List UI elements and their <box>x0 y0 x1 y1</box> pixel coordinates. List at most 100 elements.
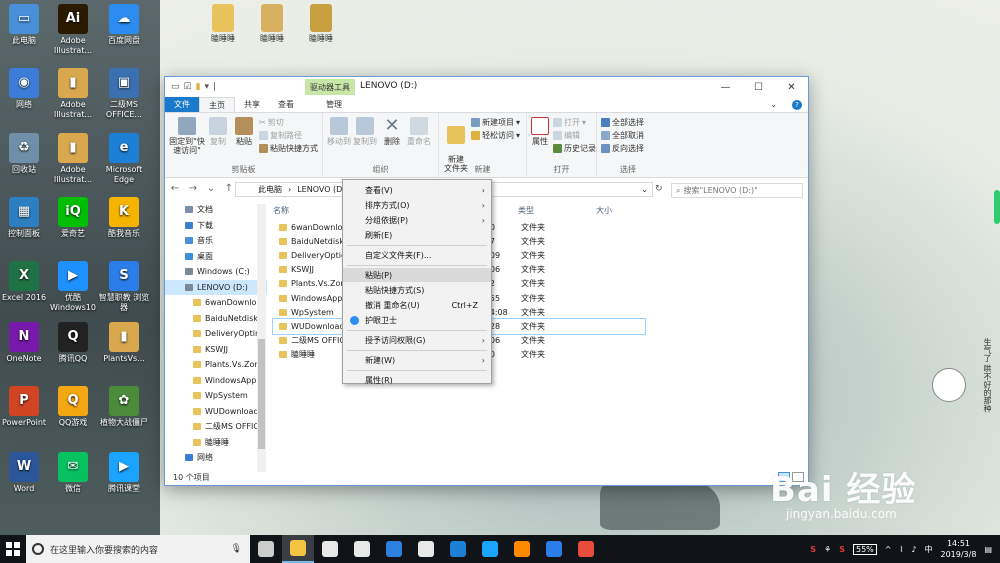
nav-item[interactable]: WpSystem <box>165 388 267 404</box>
desktop-icon[interactable]: ▮ PlantsVs... <box>96 322 152 364</box>
desktop-folder-2[interactable]: 瞌睡睡 <box>244 4 300 44</box>
taskbar-store-button[interactable] <box>314 535 346 563</box>
desktop-icon[interactable]: Q QQ游戏 <box>45 386 101 428</box>
microphone-icon[interactable]: 🎙 <box>231 544 242 554</box>
pin-quick-access-button[interactable]: 固定到"快速访问" <box>169 117 205 155</box>
nav-item[interactable]: Windows (C:) <box>165 264 267 280</box>
nav-item[interactable]: 网络 <box>165 450 267 466</box>
delete-button[interactable]: ✕ 删除 <box>381 117 403 147</box>
tray-app-icon[interactable]: ⚘ <box>824 545 831 554</box>
tab-manage[interactable]: 管理 <box>317 97 351 112</box>
desktop-icon[interactable]: K 酷我音乐 <box>96 197 152 239</box>
copy-to-button[interactable]: 复制到 <box>353 117 377 146</box>
desktop-icon[interactable]: Ai Adobe Illustrat... <box>45 4 101 56</box>
history-button[interactable]: 历史记录 <box>553 143 596 154</box>
taskbar-q-browser-button[interactable] <box>474 535 506 563</box>
menu-item[interactable]: 撤消 重命名(U) Ctrl+Z <box>343 298 491 312</box>
menu-item[interactable]: 查看(V) › <box>343 183 491 197</box>
notifications-icon[interactable]: ▤ <box>984 545 992 554</box>
menu-item[interactable]: 排序方式(O) › <box>343 198 491 212</box>
breadcrumb-2[interactable]: LENOVO (D:) <box>297 185 348 194</box>
new-item-button[interactable]: 新建项目 ▾ <box>471 117 520 128</box>
nav-item[interactable]: 6wanDownlo <box>165 295 267 311</box>
taskbar-illustrator-button[interactable] <box>506 535 538 563</box>
nav-item[interactable]: LENOVO (D:) <box>165 279 267 295</box>
desktop-icon[interactable]: ▣ 二级MS OFFICE... <box>96 68 152 120</box>
easy-access-button[interactable]: 轻松访问 ▾ <box>471 130 520 141</box>
taskbar-task-view-button[interactable] <box>250 535 282 563</box>
paste-shortcut-button[interactable]: 粘贴快捷方式 <box>259 143 318 154</box>
ime-indicator[interactable]: 中 <box>925 544 933 555</box>
close-button[interactable]: ✕ <box>775 77 808 97</box>
select-none-button[interactable]: 全部取消 <box>601 130 644 141</box>
desktop-icon[interactable]: ▶ 优酷 Windows10 <box>45 261 101 313</box>
cut-button[interactable]: ✂ 剪切 <box>259 117 284 128</box>
edge-handle[interactable] <box>994 190 1000 224</box>
nav-item[interactable]: WindowsApp <box>165 373 267 389</box>
tab-home[interactable]: 主页 <box>199 97 235 112</box>
taskbar-clock-app-button[interactable] <box>378 535 410 563</box>
nav-item[interactable]: Plants.Vs.Zom <box>165 357 267 373</box>
desktop-icon[interactable]: iQ 爱奇艺 <box>45 197 101 239</box>
nav-item[interactable]: DeliveryOptin <box>165 326 267 342</box>
menu-item[interactable]: 属性(R) <box>343 373 491 387</box>
desktop-folder-1[interactable]: 瞌睡睡 <box>195 4 251 44</box>
menu-item[interactable]: 粘贴(P) <box>343 268 491 282</box>
nav-scrollbar[interactable] <box>257 204 266 472</box>
menu-item[interactable]: 护眼卫士 <box>343 313 491 327</box>
forward-arrow-icon[interactable]: → <box>187 183 199 194</box>
desktop-icon[interactable]: e Microsoft Edge <box>96 133 152 185</box>
taskbar-edge-button[interactable] <box>442 535 474 563</box>
search-input[interactable]: ⌕ 搜索"LENOVO (D:)" <box>671 183 803 198</box>
nav-item[interactable]: BaiduNetdisk <box>165 311 267 327</box>
customize-quick-icon[interactable]: ▾ <box>205 82 210 92</box>
taskbar-search-input[interactable]: 在这里输入你要搜索的内容 🎙 <box>26 535 250 563</box>
desktop-icon[interactable]: ✉ 微信 <box>45 452 101 494</box>
invert-selection-button[interactable]: 反向选择 <box>601 143 644 154</box>
nav-item[interactable]: WUDownload <box>165 404 267 420</box>
menu-item[interactable]: 刷新(E) <box>343 228 491 242</box>
properties-quick-icon[interactable]: ☑ <box>184 82 192 92</box>
start-button[interactable] <box>0 535 26 563</box>
rename-button[interactable]: 重命名 <box>405 117 433 146</box>
new-folder-quick-icon[interactable]: ▮ <box>196 82 201 92</box>
breadcrumb-1[interactable]: 此电脑 <box>258 184 282 195</box>
move-to-button[interactable]: 移动到 <box>327 117 351 146</box>
menu-item[interactable]: 粘贴快捷方式(S) <box>343 283 491 297</box>
help-icon[interactable]: ? <box>786 97 808 112</box>
nav-scrollbar-thumb[interactable] <box>258 339 265 449</box>
back-arrow-icon[interactable]: ← <box>169 183 181 194</box>
taskbar-chrome-button[interactable] <box>570 535 602 563</box>
nav-item[interactable]: 文档 <box>165 202 267 218</box>
column-size[interactable]: 大小 <box>596 205 656 216</box>
paste-button[interactable]: 粘贴 <box>233 117 255 146</box>
taskbar-zhijiao-button[interactable] <box>538 535 570 563</box>
nav-item[interactable]: 桌面 <box>165 249 267 265</box>
minimize-button[interactable]: — <box>709 77 742 97</box>
column-type[interactable]: 类型 <box>518 205 596 216</box>
network-icon[interactable]: ⌇ <box>899 545 903 554</box>
taskbar-clock[interactable]: 14:51 2019/3/8 <box>941 538 977 560</box>
menu-item[interactable]: 授予访问权限(G) › <box>343 333 491 347</box>
up-arrow-icon[interactable]: ↑ <box>223 183 235 194</box>
address-dropdown-icon[interactable]: ⌄ <box>641 185 648 194</box>
desktop-icon[interactable]: Q 腾讯QQ <box>45 322 101 364</box>
menu-item[interactable]: 自定义文件夹(F)... <box>343 248 491 262</box>
sogou-input-icon[interactable]: S <box>839 545 845 554</box>
tab-share[interactable]: 共享 <box>235 97 269 112</box>
copy-path-button[interactable]: 复制路径 <box>259 130 302 141</box>
properties-button[interactable]: 属性 <box>529 117 551 146</box>
sogou-icon[interactable]: S <box>810 545 816 554</box>
edit-button[interactable]: 编辑 <box>553 130 580 141</box>
recent-dropdown-icon[interactable]: ⌄ <box>205 183 217 194</box>
desktop-icon[interactable]: S 智慧职教 浏览器 <box>96 261 152 313</box>
nav-item[interactable]: KSWJJ <box>165 342 267 358</box>
maximize-button[interactable]: ☐ <box>742 77 775 97</box>
menu-item[interactable]: 分组依据(P) › <box>343 213 491 227</box>
nav-item[interactable]: 瞌睡睡 <box>165 435 267 451</box>
desktop-icon[interactable]: ▮ Adobe Illustrat... <box>45 68 101 120</box>
battery-indicator[interactable]: 55% <box>853 543 877 555</box>
copy-button[interactable]: 复制 <box>207 117 229 146</box>
select-all-button[interactable]: 全部选择 <box>601 117 644 128</box>
expand-ribbon-icon[interactable]: ⌄ <box>761 97 786 112</box>
